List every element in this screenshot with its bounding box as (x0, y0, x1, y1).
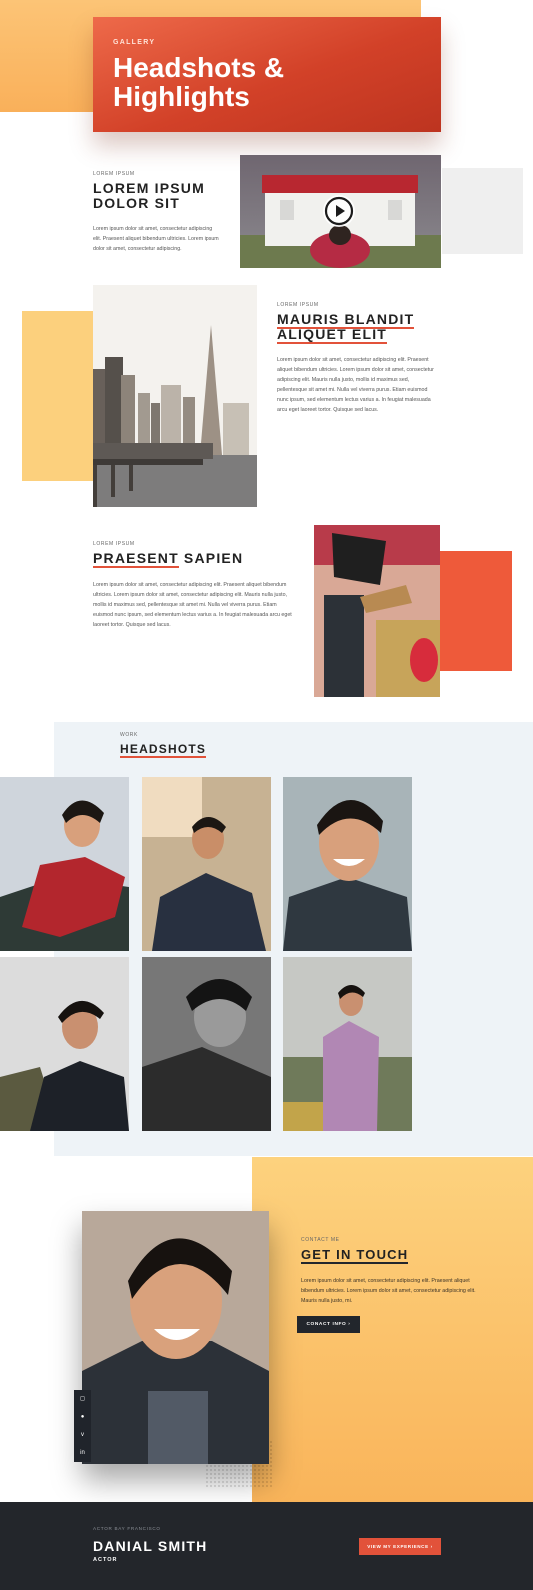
section2-title: MAURIS BLANDIT ALIQUET ELIT (277, 311, 427, 344)
contact-portrait-image (82, 1211, 269, 1464)
headshot-1[interactable] (0, 777, 129, 951)
headshot-3-image (283, 777, 412, 951)
footer-name: DANIAL SMITH (93, 1538, 208, 1554)
contact-portrait (82, 1211, 269, 1464)
video-thumbnail[interactable] (240, 155, 441, 268)
decor-gray-block (442, 168, 523, 254)
headshot-4[interactable] (0, 957, 129, 1131)
headshots-kicker: WORK (120, 732, 138, 738)
contact-text: Lorem ipsum dolor sit amet, consectetur … (301, 1278, 476, 1304)
section3-kicker: LOREM IPSUM (93, 541, 135, 547)
city-photo (93, 285, 257, 507)
section1-title: LOREM IPSUM DOLOR SIT (93, 180, 205, 211)
instagram-icon[interactable]: ◻ (74, 1390, 91, 1408)
headshots-title: HEADSHOTS (120, 742, 207, 758)
play-button[interactable] (323, 195, 355, 227)
headshot-2-image (142, 777, 271, 951)
decor-orange-block (436, 551, 512, 671)
headshot-2[interactable] (142, 777, 271, 951)
contact-title: GET IN TOUCH (301, 1247, 409, 1264)
headshot-3[interactable] (283, 777, 412, 951)
section3-title-rest: SAPIEN (178, 550, 244, 566)
headshot-4-image (0, 957, 129, 1131)
social-icons-bar: ◻ ● v in (74, 1390, 91, 1462)
contact-section-background (252, 1157, 533, 1502)
section3-title-accent: PRAESENT (93, 550, 179, 568)
section3-title: PRAESENT SAPIEN (93, 550, 293, 568)
linkedin-icon[interactable]: in (74, 1444, 91, 1462)
city-image (93, 285, 257, 507)
contact-info-button[interactable]: CONACT INFO › (297, 1316, 360, 1333)
headshot-5-image (142, 957, 271, 1131)
footer-kicker: ACTOR BAY FRANCISCO (93, 1526, 161, 1531)
headshots-title-text: HEADSHOTS (120, 742, 207, 758)
footer: ACTOR BAY FRANCISCO DANIAL SMITH ACTOR V… (0, 1502, 533, 1590)
footer-role: ACTOR (93, 1557, 118, 1563)
contact-title-text: GET IN TOUCH (301, 1247, 409, 1264)
play-icon (324, 196, 354, 226)
section2-kicker: LOREM IPSUM (277, 302, 319, 308)
headshot-6-image (283, 957, 412, 1131)
section1-kicker: LOREM IPSUM (93, 171, 135, 177)
reading-photo (314, 525, 440, 697)
section2-title-text: MAURIS BLANDIT ALIQUET ELIT (277, 311, 415, 344)
section2-text: Lorem ipsum dolor sit amet, consectetur … (277, 357, 434, 413)
headshot-5[interactable] (142, 957, 271, 1131)
headshot-6[interactable] (283, 957, 412, 1131)
reading-image (314, 525, 440, 697)
headshot-1-image (0, 777, 129, 951)
view-experience-button[interactable]: VIEW MY EXPERIENCE › (359, 1538, 441, 1555)
hero-kicker: GALLERY (113, 39, 156, 46)
hero-card: GALLERY Headshots & Highlights (93, 17, 441, 132)
twitter-icon[interactable]: ● (74, 1408, 91, 1426)
section1-text: Lorem ipsum dolor sit amet, consectetur … (93, 226, 219, 252)
decor-yellow-block (22, 311, 94, 481)
section3-text: Lorem ipsum dolor sit amet, consectetur … (93, 582, 292, 628)
vimeo-icon[interactable]: v (74, 1426, 91, 1444)
contact-kicker: CONTACT ME (301, 1237, 340, 1243)
hero-title: Headshots & Highlights (113, 52, 285, 112)
